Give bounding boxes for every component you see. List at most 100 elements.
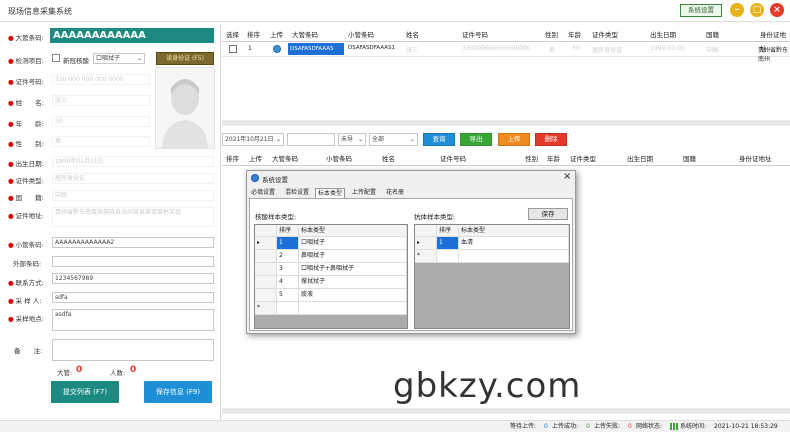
col-id-type[interactable]: 证件类型 xyxy=(592,28,618,42)
age-field[interactable]: 30 xyxy=(52,116,150,127)
save-button[interactable]: 保存 xyxy=(528,208,568,220)
place-field[interactable]: asdfa xyxy=(52,309,214,331)
col-id-type[interactable]: 证件类型 xyxy=(570,152,596,166)
big-barcode-field[interactable]: AAAAAAAAAAAA xyxy=(50,28,214,43)
col-age[interactable]: 年龄 xyxy=(547,152,560,166)
tab-roster[interactable]: 花名册 xyxy=(384,188,406,198)
date-picker[interactable]: 2021年10月21日 ⌄ xyxy=(222,133,284,146)
list-item[interactable]: 口咽拭子 xyxy=(299,237,407,250)
name-field[interactable]: 张三 xyxy=(52,95,150,106)
list-item[interactable]: 1 xyxy=(437,237,459,250)
list-item[interactable]: 2 xyxy=(277,250,299,263)
save-info-button[interactable]: 保存信息 (F9) xyxy=(144,381,212,403)
tab-required[interactable]: 必填设置 xyxy=(249,188,277,198)
close-icon[interactable]: × xyxy=(770,3,784,17)
upload-status-select[interactable]: 未导 ⌄ xyxy=(338,133,366,146)
submit-list-button[interactable]: 提交列表 (F7) xyxy=(51,381,119,403)
col-select[interactable]: 选择 xyxy=(226,28,239,42)
col-small-barcode[interactable]: 小管条码 xyxy=(326,152,352,166)
list-item[interactable]: 鼻咽拭子 xyxy=(299,250,407,263)
tab-mixed[interactable]: 混检设置 xyxy=(283,188,311,198)
col-id-number[interactable]: 证件号码 xyxy=(440,152,466,166)
col-birth[interactable]: 出生日期 xyxy=(650,28,676,42)
external-barcode-label: 外部条码: xyxy=(13,260,42,268)
dialog-close-icon[interactable]: × xyxy=(563,171,571,182)
small-barcode-field[interactable]: AAAAAAAAAAAAA2 xyxy=(52,237,214,248)
system-settings-button[interactable]: 系统设置 xyxy=(680,4,722,17)
birth-field[interactable]: 1990年01月01日 xyxy=(52,156,214,167)
phone-field[interactable]: 1234567989 xyxy=(52,273,214,284)
type-filter-select[interactable]: 全部 ⌄ xyxy=(369,133,418,146)
address-field[interactable]: 贵州省黔东南苗族侗族自治州某县某镇某村某组 xyxy=(52,207,214,227)
col-address[interactable]: 身份证地址 xyxy=(739,152,772,166)
export-button[interactable]: 导出 xyxy=(460,133,492,146)
collector-field[interactable]: sdfa xyxy=(52,292,214,303)
grid-header-type[interactable]: 标本类型 xyxy=(459,225,569,237)
upload-fail-label: 上传失败: xyxy=(594,423,621,430)
row-small-barcode: DSAFASDFAAAS1 xyxy=(348,45,395,51)
top-scrollbar[interactable] xyxy=(222,120,790,126)
grid-header-type[interactable]: 标本类型 xyxy=(299,225,407,237)
id-number-field[interactable]: 330 000 000 000 0000 xyxy=(52,74,150,85)
upload-button[interactable]: 上传 xyxy=(498,133,530,146)
new-row-icon: * xyxy=(415,250,437,263)
age-label: ● 年 龄: xyxy=(8,120,44,128)
check-item-label: ● 检测项目: xyxy=(8,57,44,65)
search-input[interactable] xyxy=(287,133,335,146)
read-id-card-button[interactable]: 读身份证 (F5) xyxy=(156,52,214,65)
nucleic-checkbox[interactable] xyxy=(52,54,60,62)
col-name[interactable]: 姓名 xyxy=(406,28,419,42)
nation-field[interactable]: 中国 xyxy=(52,190,214,201)
antibody-types-label: 抗体样本类型: xyxy=(414,213,456,221)
list-item[interactable]: 5 xyxy=(277,289,299,302)
sample-type-select[interactable]: 口咽拭子 ⌄ xyxy=(93,53,145,64)
col-upload[interactable]: 上传 xyxy=(270,28,283,42)
network-label: 网络状态: xyxy=(636,423,663,430)
upload-ok-label: 上传成功: xyxy=(552,423,579,430)
col-birth[interactable]: 出生日期 xyxy=(627,152,653,166)
remark-field[interactable] xyxy=(52,339,214,361)
bottom-scrollbar[interactable] xyxy=(222,408,790,414)
list-item[interactable]: 1 xyxy=(277,237,299,250)
list-item[interactable]: 3 xyxy=(277,263,299,276)
grid-header-seq[interactable]: 排序 xyxy=(437,225,459,237)
delete-button[interactable]: 删除 xyxy=(535,133,567,146)
col-name[interactable]: 姓名 xyxy=(382,152,395,166)
table-row[interactable]: 1 DSAFASDFAAAS DSAFASDFAAAS1 张三 33000000… xyxy=(222,42,790,63)
list-item[interactable]: 血清 xyxy=(459,237,569,250)
panel-divider xyxy=(220,24,221,420)
col-nation[interactable]: 国籍 xyxy=(706,28,719,42)
row-indicator-icon: ▸ xyxy=(255,237,277,250)
list-item[interactable]: 口咽拭子+鼻咽拭子 xyxy=(299,263,407,276)
small-barcode-label: ● 小管条码: xyxy=(8,241,44,249)
col-seq[interactable]: 排序 xyxy=(247,28,260,42)
row-indicator-icon: ▸ xyxy=(415,237,437,250)
col-small-barcode[interactable]: 小管条码 xyxy=(348,28,374,42)
row-big-barcode: DSAFASDFAAAS xyxy=(288,43,344,55)
tab-sample-type[interactable]: 标本类型 xyxy=(315,188,346,198)
minimize-icon[interactable]: – xyxy=(730,3,744,17)
col-big-barcode[interactable]: 大管条码 xyxy=(272,152,298,166)
list-item[interactable]: 4 xyxy=(277,276,299,289)
col-gender[interactable]: 性别 xyxy=(545,28,558,42)
col-age[interactable]: 年龄 xyxy=(568,28,581,42)
col-gender[interactable]: 性别 xyxy=(525,152,538,166)
collector-label: ● 采 样 人: xyxy=(8,297,42,305)
row-checkbox[interactable] xyxy=(229,45,237,53)
col-nation[interactable]: 国籍 xyxy=(683,152,696,166)
col-upload[interactable]: 上传 xyxy=(249,152,262,166)
col-big-barcode[interactable]: 大管条码 xyxy=(292,28,318,42)
app-window: 现场信息采集系统 系统设置 – □ × ● 大管条码: AAAAAAAAAAAA … xyxy=(0,0,790,432)
query-button[interactable]: 查询 xyxy=(423,133,455,146)
tab-upload-config[interactable]: 上传配置 xyxy=(350,188,378,198)
col-seq[interactable]: 排序 xyxy=(226,152,239,166)
id-type-label: ● 证件类型: xyxy=(8,177,44,185)
col-id-number[interactable]: 证件号码 xyxy=(462,28,488,42)
id-type-field[interactable]: 居民身份证 xyxy=(52,173,214,184)
maximize-icon[interactable]: □ xyxy=(750,3,764,17)
gender-field[interactable]: 男 xyxy=(52,136,150,147)
list-item[interactable]: 痰液 xyxy=(299,289,407,302)
grid-header-seq[interactable]: 排序 xyxy=(277,225,299,237)
list-item[interactable]: 撑拭拭子 xyxy=(299,276,407,289)
external-barcode-field[interactable] xyxy=(52,256,214,267)
